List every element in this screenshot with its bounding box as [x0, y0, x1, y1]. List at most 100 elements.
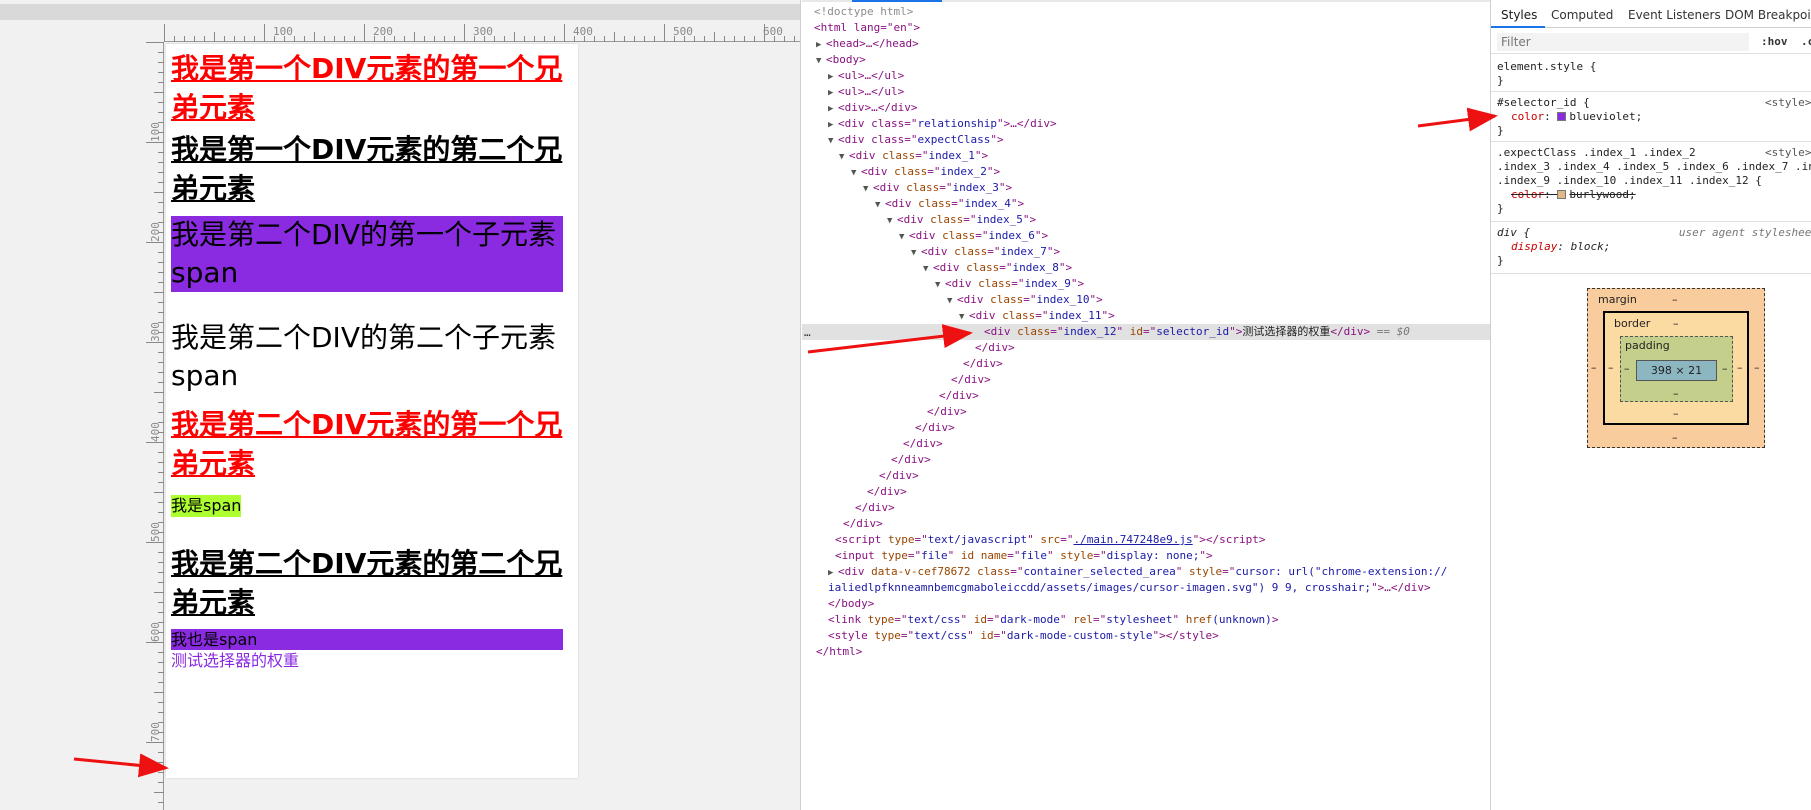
- dom-node-index-4[interactable]: ▼ <div class="index_4">: [875, 196, 1024, 212]
- element-style-selector[interactable]: element.style {: [1497, 60, 1596, 74]
- dom-node-close-div[interactable]: </div>: [891, 452, 931, 468]
- dom-node-close-div[interactable]: </div>: [903, 436, 943, 452]
- dom-node-body-close[interactable]: </body>: [828, 596, 874, 612]
- dom-node-index-8[interactable]: ▼ <div class="index_8">: [923, 260, 1072, 276]
- dom-node-doctype[interactable]: <!doctype html>: [814, 4, 913, 20]
- collapse-triangle-icon[interactable]: ▼: [828, 133, 838, 149]
- close-div-tag: </div>: [975, 341, 1015, 354]
- margin-left-value[interactable]: –: [1591, 361, 1597, 374]
- dom-node-index-2[interactable]: ▼ <div class="index_2">: [851, 164, 1000, 180]
- rule-user-agent-div: div { user agent stylesheet display: blo…: [1491, 222, 1811, 274]
- dom-node-index-5[interactable]: ▼ <div class="index_5">: [887, 212, 1036, 228]
- cls-toggle[interactable]: .cls: [1801, 35, 1811, 48]
- dom-node-div-expectclass[interactable]: ▼ <div class="expectClass">: [828, 132, 1004, 148]
- dom-node-close-div[interactable]: </div>: [975, 340, 1015, 356]
- collapse-triangle-icon[interactable]: ▼: [887, 213, 897, 229]
- collapse-triangle-icon[interactable]: ▼: [899, 229, 909, 245]
- dom-node-index-11[interactable]: ▼ <div class="index_11">: [959, 308, 1115, 324]
- expand-triangle-icon[interactable]: ▶: [828, 69, 838, 85]
- dom-node-index-6[interactable]: ▼ <div class="index_6">: [899, 228, 1048, 244]
- rule-declaration[interactable]: color: blueviolet;: [1511, 110, 1642, 124]
- property-value: burlywood: [1569, 188, 1629, 201]
- margin-right-value[interactable]: –: [1754, 361, 1760, 374]
- dom-node-div-relationship[interactable]: ▶ <div class="relationship">…</div>: [828, 116, 1057, 132]
- rule-selector[interactable]: #selector_id {: [1497, 96, 1590, 110]
- expand-triangle-icon[interactable]: ▶: [828, 101, 838, 117]
- margin-bottom-value[interactable]: –: [1672, 431, 1678, 444]
- collapse-triangle-icon[interactable]: ▼: [911, 245, 921, 261]
- box-model-padding[interactable]: padding – – – 398 × 21: [1620, 336, 1733, 402]
- tab-computed[interactable]: Computed: [1551, 8, 1613, 22]
- expand-triangle-icon[interactable]: ▶: [828, 117, 838, 133]
- collapse-triangle-icon[interactable]: ▼: [875, 197, 885, 213]
- styles-filter-input[interactable]: [1497, 33, 1749, 51]
- color-swatch-icon[interactable]: [1557, 190, 1567, 199]
- dom-node-body[interactable]: ▼ <body>: [816, 52, 866, 68]
- box-model-border[interactable]: border – – – – padding – – – 398 × 21: [1603, 311, 1749, 425]
- rule-selector-line-3[interactable]: .index_9 .index_10 .index_11 .index_12 {: [1497, 174, 1762, 188]
- dom-node-html[interactable]: <html lang="en">: [814, 20, 920, 36]
- dom-node-close-div[interactable]: </div>: [963, 356, 1003, 372]
- tab-dom-breakpoints[interactable]: DOM Breakpoints: [1725, 8, 1811, 22]
- box-model-margin[interactable]: margin – – – – border – – – – padding – …: [1587, 288, 1765, 448]
- dom-node-close-div[interactable]: </div>: [927, 404, 967, 420]
- dom-node-index-7[interactable]: ▼ <div class="index_7">: [911, 244, 1060, 260]
- dom-node-ul-2[interactable]: ▶ <ul>…</ul>: [828, 84, 904, 100]
- expand-triangle-icon[interactable]: ▶: [828, 85, 838, 101]
- dom-node-selected[interactable]: <div class="index_12" id="selector_id">测…: [802, 324, 1490, 340]
- color-swatch-icon[interactable]: [1557, 112, 1567, 121]
- rule-declaration-overridden[interactable]: color: burlywood;: [1511, 188, 1636, 202]
- dom-node-close-div[interactable]: </div>: [867, 484, 907, 500]
- expand-triangle-icon[interactable]: ▶: [828, 565, 838, 581]
- dom-node-link[interactable]: <link type="text/css" id="dark-mode" rel…: [828, 612, 1278, 628]
- dom-node-script[interactable]: <script type="text/javascript" src="./ma…: [835, 532, 1266, 548]
- ruler-vlabel-100: 100: [149, 122, 162, 142]
- dom-node-index-1[interactable]: ▼ <div class="index_1">: [839, 148, 988, 164]
- collapse-triangle-icon[interactable]: ▼: [851, 165, 861, 181]
- padding-bottom-value[interactable]: –: [1673, 387, 1679, 400]
- collapse-triangle-icon[interactable]: ▼: [935, 277, 945, 293]
- collapse-triangle-icon[interactable]: ▼: [863, 181, 873, 197]
- collapse-triangle-icon[interactable]: ▼: [923, 261, 933, 277]
- dom-node-style[interactable]: <style type="text/css" id="dark-mode-cus…: [828, 628, 1219, 644]
- hov-toggle[interactable]: :hov: [1761, 35, 1788, 48]
- box-model-content[interactable]: 398 × 21: [1636, 360, 1717, 381]
- dom-node-html-close[interactable]: </html>: [816, 644, 862, 660]
- rule-selector-line-1[interactable]: .expectClass .index_1 .index_2: [1497, 146, 1696, 160]
- dom-node-close-div[interactable]: </div>: [939, 388, 979, 404]
- script-src-link[interactable]: ./main.747248e9.js: [1073, 533, 1192, 546]
- dom-node-close-div[interactable]: </div>: [915, 420, 955, 436]
- padding-left-value[interactable]: –: [1624, 362, 1630, 375]
- rule-source-link[interactable]: <style>…: [1765, 146, 1811, 160]
- padding-right-value[interactable]: –: [1722, 362, 1728, 375]
- margin-top-value[interactable]: –: [1672, 293, 1678, 306]
- dom-node-ul-1[interactable]: ▶ <ul>…</ul>: [828, 68, 904, 84]
- dom-node-index-3[interactable]: ▼ <div class="index_3">: [863, 180, 1012, 196]
- dom-node-input[interactable]: <input type="file" id name="file" style=…: [835, 548, 1213, 564]
- dom-node-head[interactable]: ▶ <head>…</head>: [816, 36, 919, 52]
- ruler-vlabel-300: 300: [149, 322, 162, 342]
- collapse-triangle-icon[interactable]: ▼: [959, 309, 969, 325]
- dom-node-close-div[interactable]: </div>: [951, 372, 991, 388]
- dom-node-close-div[interactable]: </div>: [855, 500, 895, 516]
- border-top-value[interactable]: –: [1673, 317, 1679, 330]
- collapse-triangle-icon[interactable]: ▼: [816, 53, 826, 69]
- class-value: index_10: [1036, 293, 1090, 306]
- tab-event-listeners[interactable]: Event Listeners: [1628, 8, 1721, 22]
- dom-node-close-div[interactable]: </div>: [879, 468, 919, 484]
- more-options-icon[interactable]: …: [804, 325, 811, 341]
- dom-node-close-div[interactable]: </div>: [843, 516, 883, 532]
- dom-node-div[interactable]: ▶ <div>…</div>: [828, 100, 917, 116]
- border-bottom-value[interactable]: –: [1673, 407, 1679, 420]
- dom-node-container[interactable]: ▶ <div data-v-cef78672 class="container_s…: [828, 564, 1447, 580]
- collapse-triangle-icon[interactable]: ▼: [947, 293, 957, 309]
- border-left-value[interactable]: –: [1608, 361, 1614, 374]
- rule-selector-line-2[interactable]: .index_3 .index_4 .index_5 .index_6 .ind…: [1497, 160, 1811, 174]
- collapse-triangle-icon[interactable]: ▼: [839, 149, 849, 165]
- border-right-value[interactable]: –: [1737, 361, 1743, 374]
- dom-node-index-10[interactable]: ▼ <div class="index_10">: [947, 292, 1103, 308]
- rule-source-link[interactable]: <style>…: [1765, 96, 1811, 110]
- tab-styles[interactable]: Styles: [1501, 8, 1537, 22]
- dom-node-index-9[interactable]: ▼ <div class="index_9">: [935, 276, 1084, 292]
- expand-triangle-icon[interactable]: ▶: [816, 37, 826, 53]
